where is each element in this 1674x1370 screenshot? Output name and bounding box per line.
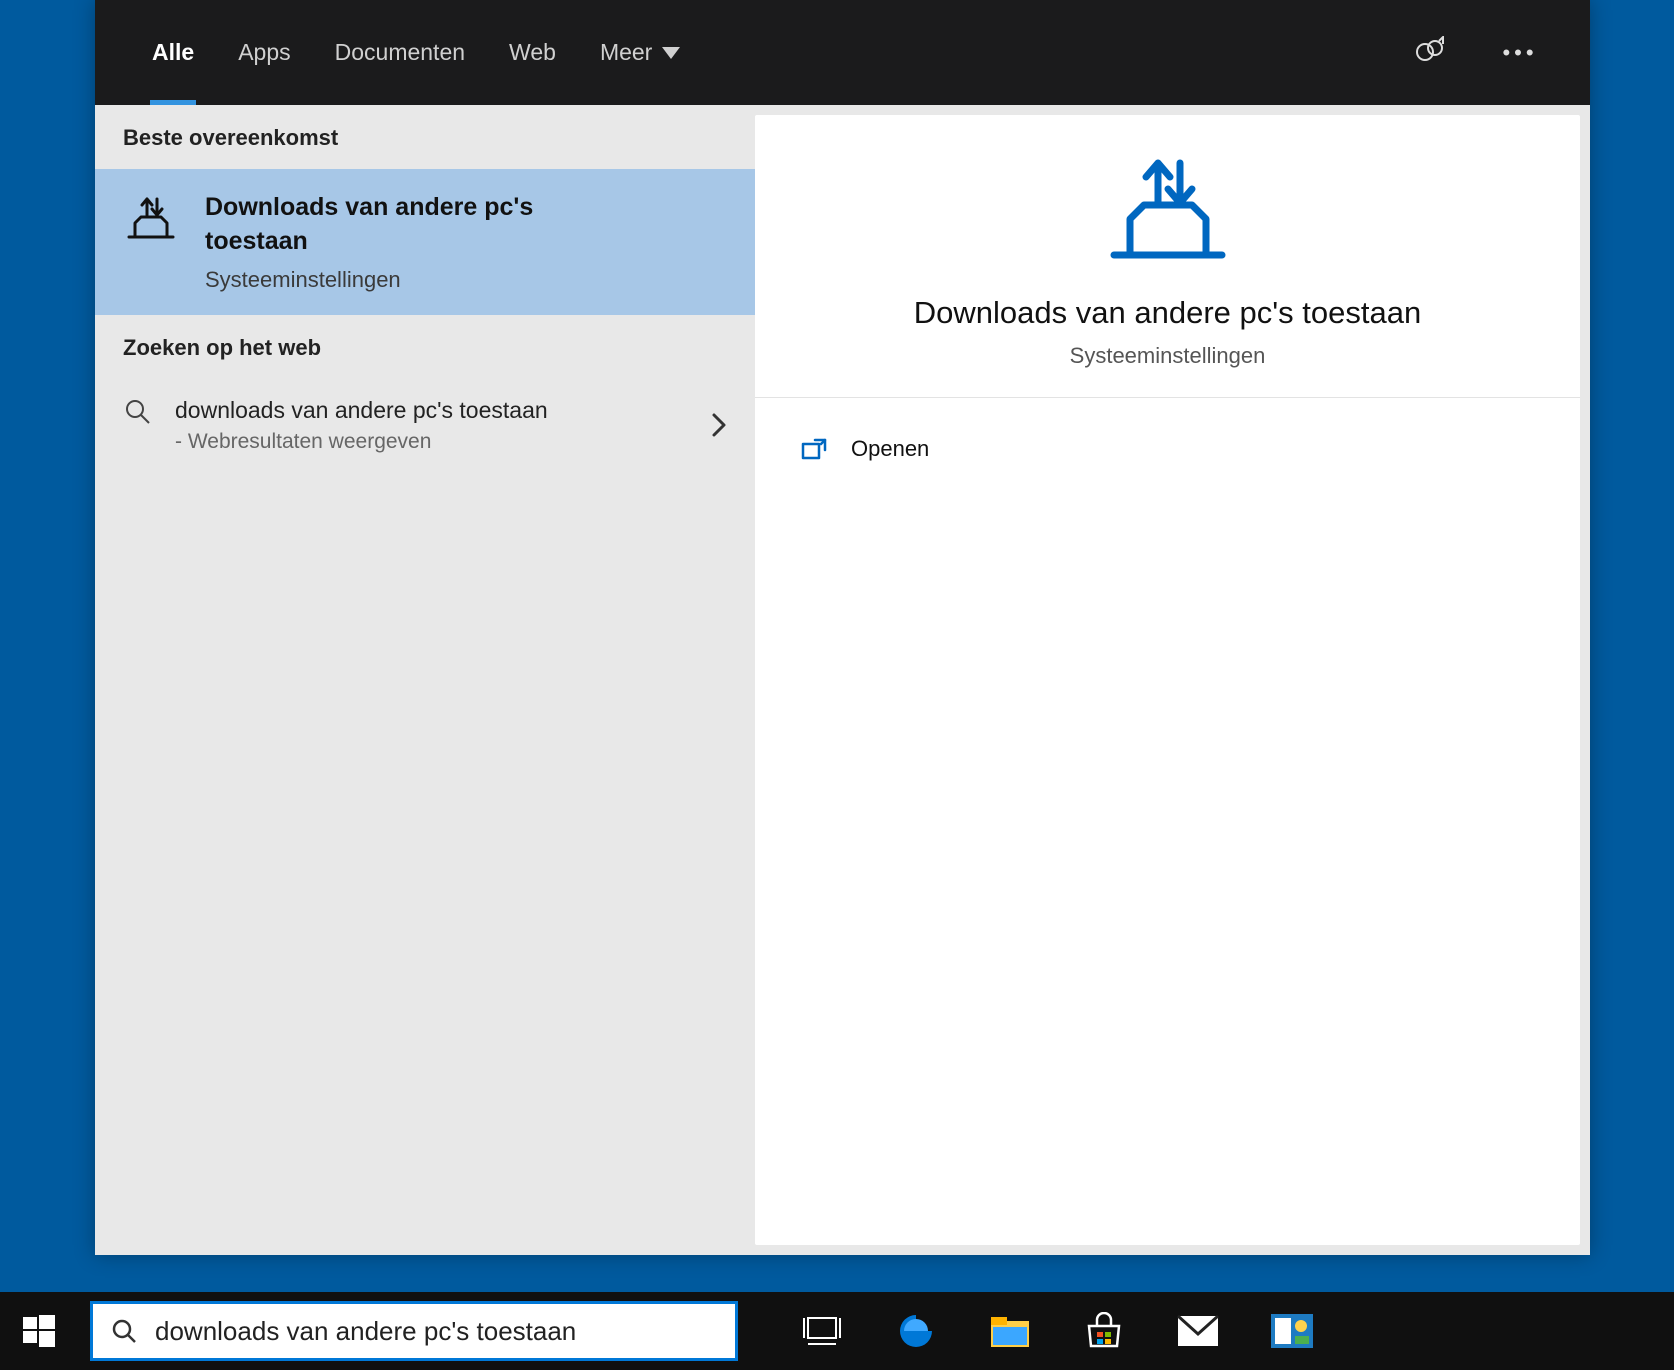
preview-title: Downloads van andere pc's toestaan bbox=[795, 295, 1540, 331]
ellipsis-icon: ••• bbox=[1502, 40, 1537, 66]
windows-logo-icon bbox=[23, 1315, 55, 1347]
start-button[interactable] bbox=[0, 1292, 78, 1370]
best-match-label: Beste overeenkomst bbox=[95, 105, 755, 169]
tabs-bar: Alle Apps Documenten Web Meer ••• bbox=[95, 0, 1590, 105]
best-match-body: Downloads van andere pc's toestaan Syste… bbox=[205, 191, 635, 293]
preview-actions: Openen bbox=[755, 398, 1580, 500]
edge-icon[interactable] bbox=[892, 1307, 940, 1355]
preview-subtitle: Systeeminstellingen bbox=[795, 343, 1540, 369]
tab-label: Documenten bbox=[335, 39, 465, 66]
search-box[interactable] bbox=[90, 1301, 738, 1361]
tab-apps[interactable]: Apps bbox=[216, 0, 312, 105]
taskview-icon[interactable] bbox=[798, 1307, 846, 1355]
best-match-subtitle: Systeeminstellingen bbox=[205, 267, 635, 293]
open-action[interactable]: Openen bbox=[801, 428, 1534, 470]
feedback-icon[interactable] bbox=[1410, 33, 1450, 73]
web-search-label: Zoeken op het web bbox=[95, 315, 755, 379]
content-area: Beste overeenkomst Downloads van andere … bbox=[95, 105, 1590, 1255]
tab-web[interactable]: Web bbox=[487, 0, 578, 105]
preview-pane: Downloads van andere pc's toestaan Syste… bbox=[755, 115, 1580, 1245]
tab-documents[interactable]: Documenten bbox=[313, 0, 487, 105]
taskbar-icons bbox=[798, 1307, 1316, 1355]
search-icon bbox=[111, 1318, 137, 1344]
tab-label: Alle bbox=[152, 39, 194, 66]
tabs-right: ••• bbox=[1410, 33, 1570, 73]
control-panel-icon[interactable] bbox=[1268, 1307, 1316, 1355]
mail-icon[interactable] bbox=[1174, 1307, 1222, 1355]
tab-label: Apps bbox=[238, 39, 290, 66]
search-panel: Alle Apps Documenten Web Meer ••• bbox=[95, 0, 1590, 1255]
open-external-icon bbox=[801, 438, 827, 460]
preview-icon-wrap bbox=[795, 155, 1540, 265]
search-icon bbox=[123, 397, 151, 425]
tab-label: Web bbox=[509, 39, 556, 66]
best-match-title: Downloads van andere pc's toestaan bbox=[205, 191, 635, 259]
results-pane: Beste overeenkomst Downloads van andere … bbox=[95, 105, 755, 1255]
web-result-subtitle: - Webresultaten weergeven bbox=[175, 430, 687, 454]
file-explorer-icon[interactable] bbox=[986, 1307, 1034, 1355]
web-result-body: downloads van andere pc's toestaan - Web… bbox=[175, 397, 687, 454]
preview-pane-wrapper: Downloads van andere pc's toestaan Syste… bbox=[755, 105, 1590, 1255]
tab-more[interactable]: Meer bbox=[578, 0, 702, 105]
delivery-optimization-icon bbox=[1108, 155, 1228, 265]
delivery-optimization-icon bbox=[125, 193, 177, 245]
best-match-result[interactable]: Downloads van andere pc's toestaan Syste… bbox=[95, 169, 755, 315]
chevron-down-icon bbox=[662, 47, 680, 59]
tab-label: Meer bbox=[600, 39, 652, 66]
web-result-title: downloads van andere pc's toestaan bbox=[175, 397, 687, 424]
preview-header: Downloads van andere pc's toestaan Syste… bbox=[755, 115, 1580, 398]
tab-all[interactable]: Alle bbox=[130, 0, 216, 105]
search-input[interactable] bbox=[155, 1316, 717, 1347]
store-icon[interactable] bbox=[1080, 1307, 1128, 1355]
web-result[interactable]: downloads van andere pc's toestaan - Web… bbox=[95, 379, 755, 472]
chevron-right-icon bbox=[711, 412, 727, 438]
more-icon[interactable]: ••• bbox=[1500, 33, 1540, 73]
taskbar bbox=[0, 1292, 1674, 1370]
open-action-label: Openen bbox=[851, 436, 929, 462]
